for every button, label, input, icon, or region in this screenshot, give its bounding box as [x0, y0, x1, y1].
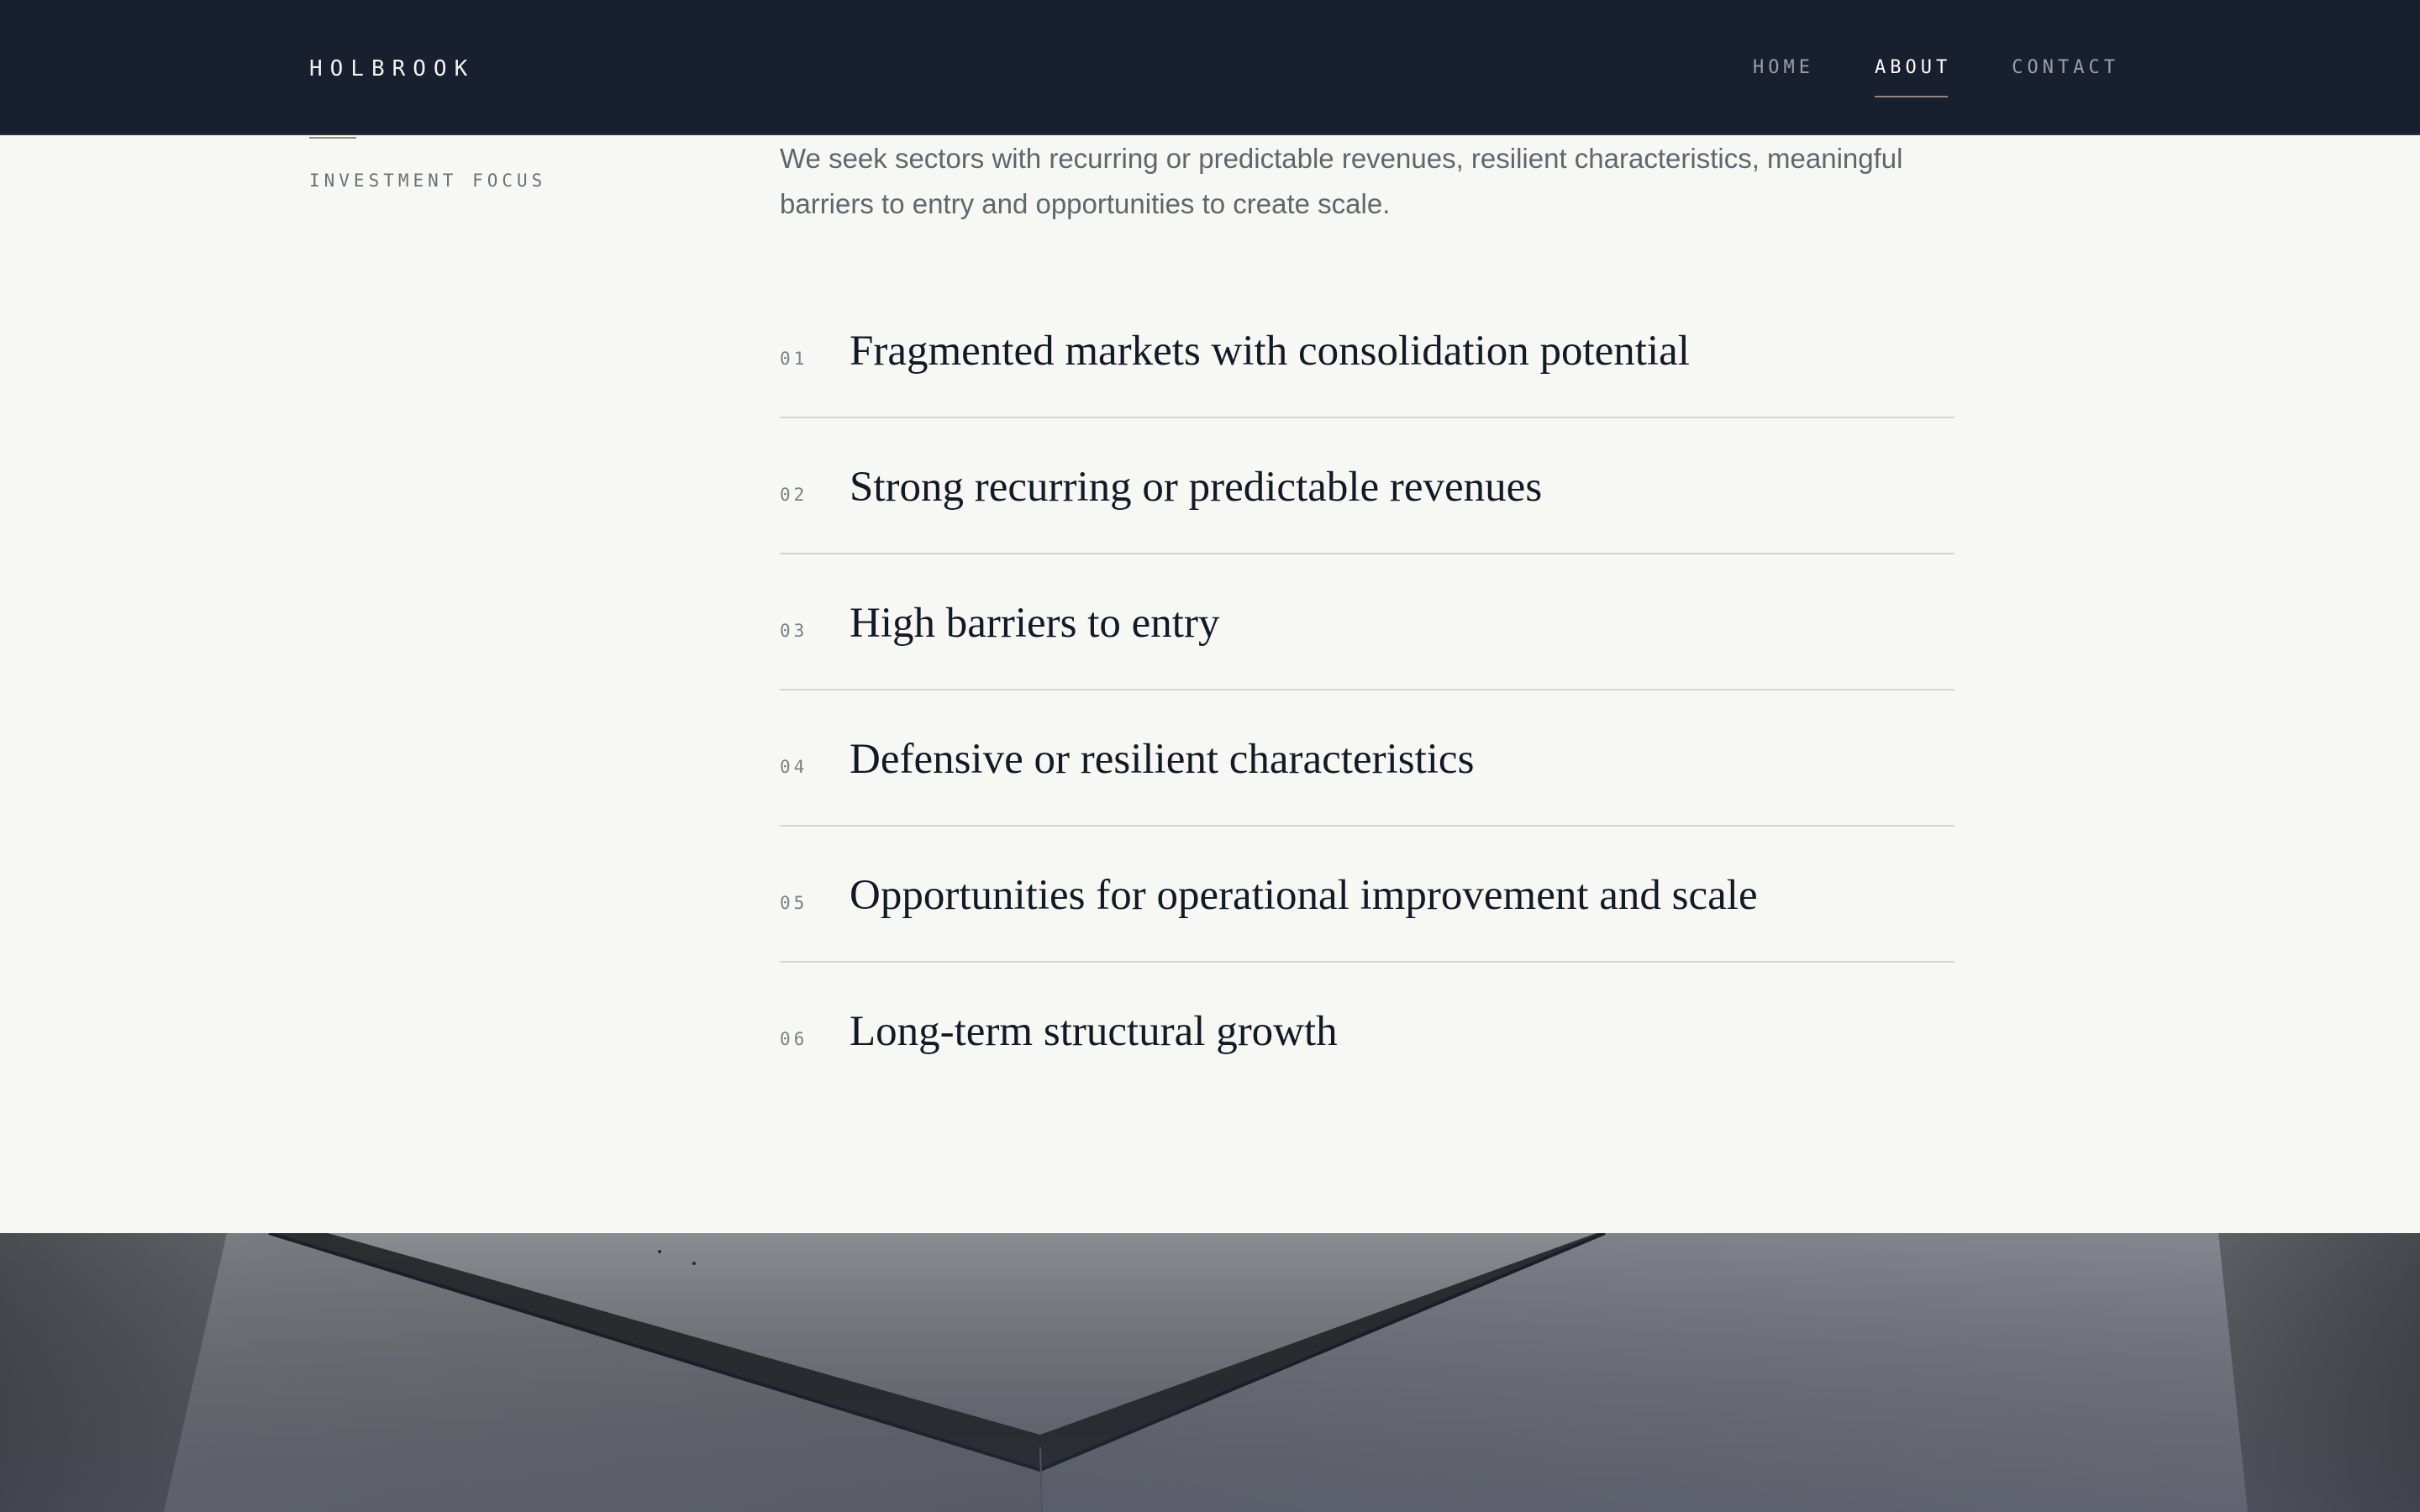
architecture-photo-graphic [0, 1233, 2420, 1512]
focus-number: 05 [780, 893, 808, 913]
focus-title: Strong recurring or predictable revenues [850, 464, 1543, 511]
nav-home[interactable]: HOME [1753, 55, 1814, 81]
focus-item: 01 Fragmented markets with consolidation… [780, 282, 1954, 418]
site-header: HOLBROOK HOME ABOUT CONTACT [0, 0, 2420, 135]
nav-about[interactable]: ABOUT [1874, 55, 1951, 97]
focus-title: High barriers to entry [850, 600, 1220, 647]
focus-item: 06 Long-term structural growth [780, 963, 1954, 1099]
focus-list: 01 Fragmented markets with consolidation… [780, 282, 1954, 1099]
focus-item: 05 Opportunities for operational improve… [780, 827, 1954, 963]
focus-number: 04 [780, 757, 808, 777]
focus-title: Opportunities for operational improvemen… [850, 872, 1758, 919]
architecture-photo [0, 1233, 2420, 1512]
focus-item: 04 Defensive or resilient characteristic… [780, 690, 1954, 827]
brand-logo[interactable]: HOLBROOK [309, 54, 475, 84]
focus-title: Long-term structural growth [850, 1008, 1338, 1055]
focus-item: 02 Strong recurring or predictable reven… [780, 418, 1954, 554]
focus-number: 03 [780, 621, 808, 641]
focus-title: Fragmented markets with consolidation po… [850, 328, 1690, 375]
focus-item: 03 High barriers to entry [780, 554, 1954, 690]
section-accent-line [309, 137, 356, 139]
main-nav: HOME ABOUT CONTACT [1753, 55, 2119, 97]
focus-number: 02 [780, 485, 808, 505]
nav-contact[interactable]: CONTACT [2012, 55, 2119, 81]
section-intro: We seek sectors with recurring or predic… [780, 143, 1903, 219]
section-label: INVESTMENT FOCUS [309, 171, 547, 191]
page: HOLBROOK HOME ABOUT CONTACT INVESTMENT F… [0, 0, 2420, 1512]
focus-title: Defensive or resilient characteristics [850, 736, 1475, 783]
focus-number: 06 [780, 1029, 808, 1049]
focus-number: 01 [780, 349, 808, 369]
